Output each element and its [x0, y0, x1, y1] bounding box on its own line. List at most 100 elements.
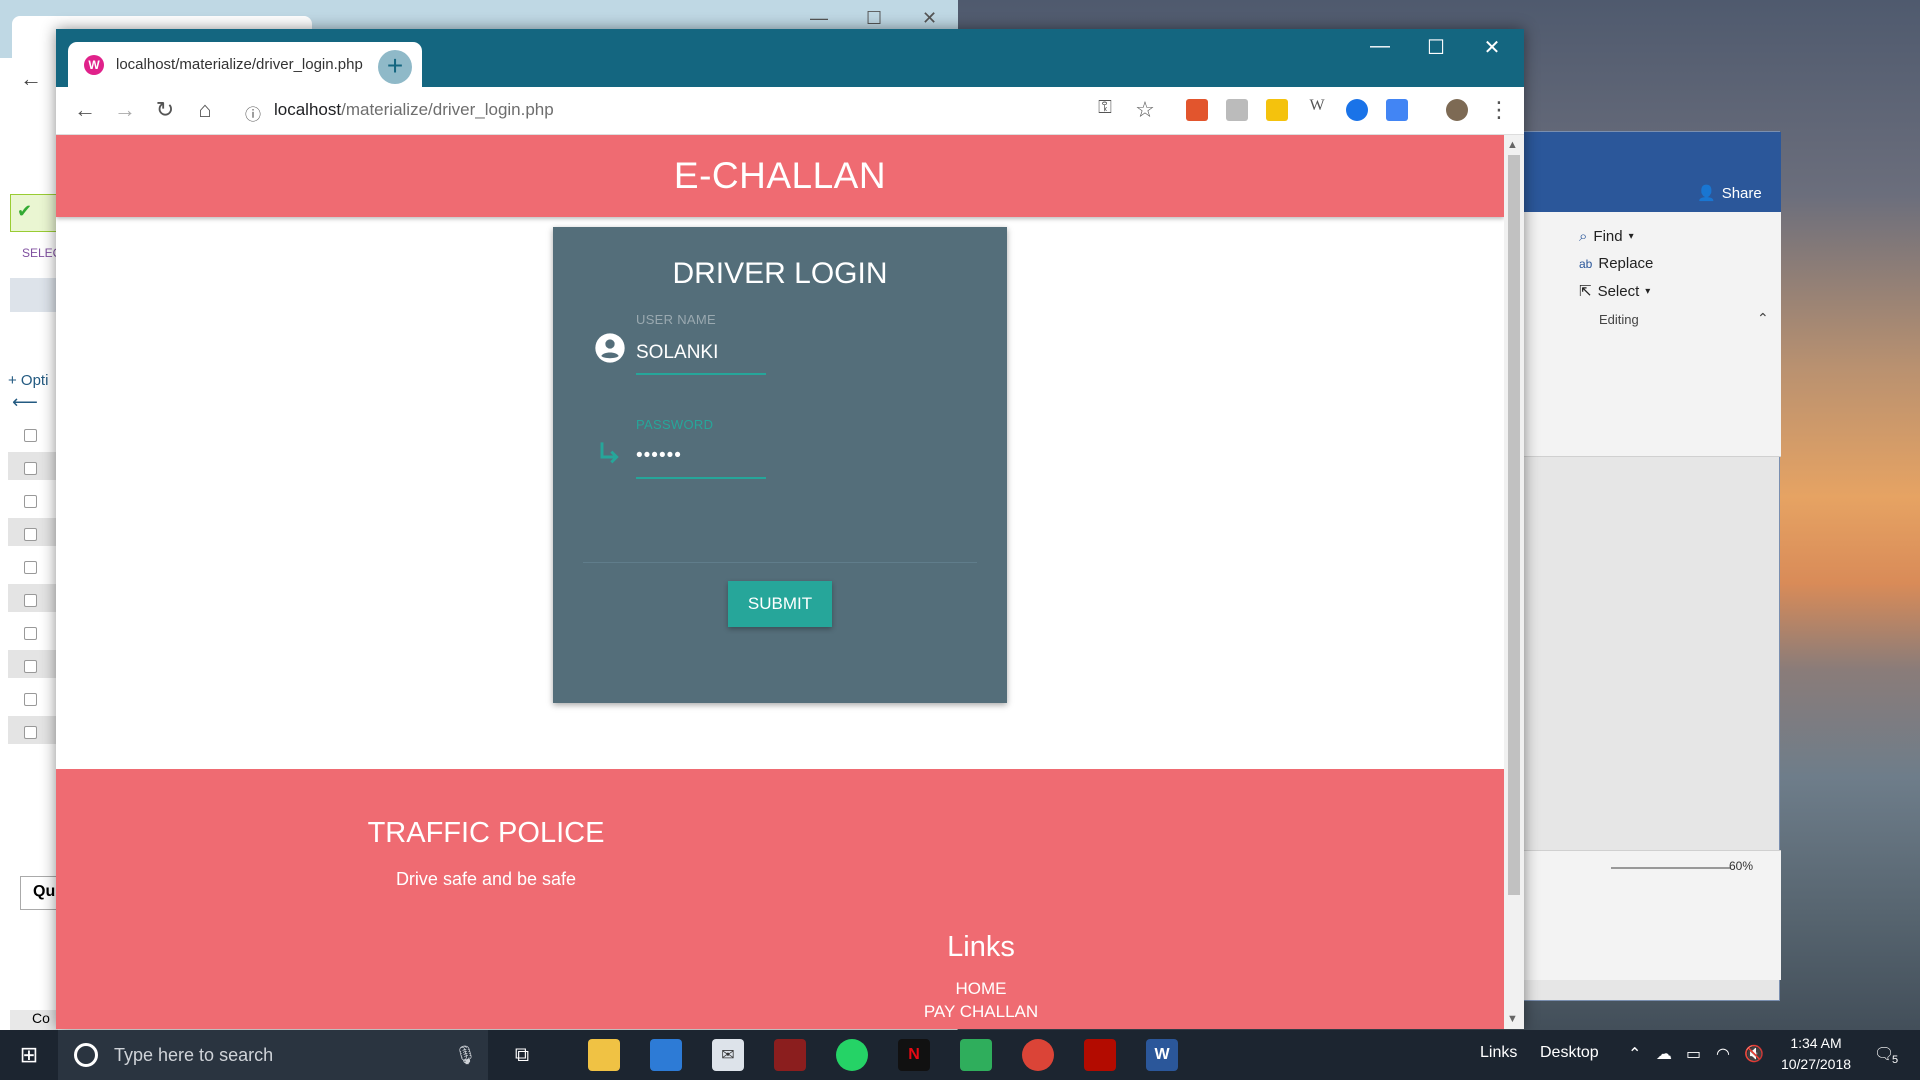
row-checkbox[interactable] [24, 594, 37, 607]
zoom-slider[interactable] [1611, 867, 1731, 869]
row-checkbox[interactable] [24, 726, 37, 739]
file-explorer-icon[interactable] [588, 1039, 620, 1071]
site-footer: TRAFFIC POLICE Drive safe and be safe Li… [56, 769, 1504, 1029]
links-toolbar[interactable]: Links [1480, 1044, 1517, 1062]
maximize-icon[interactable]: ☐ [866, 8, 882, 29]
row-checkbox[interactable] [24, 660, 37, 673]
office-extension-icon[interactable] [1186, 99, 1208, 121]
menu-dots-icon[interactable]: ⋮ [1484, 97, 1514, 123]
card-title: DRIVER LOGIN [672, 257, 888, 290]
footer-link-home[interactable]: HOME [706, 979, 1256, 999]
chevron-down-icon: ▾ [1628, 231, 1634, 242]
page-viewport: E-CHALLAN DRIVER LOGIN USER NAME SOLANKI… [56, 135, 1504, 1029]
show-hidden-icons-icon[interactable]: ⌃ [1628, 1044, 1641, 1064]
extension-v-icon[interactable] [1346, 99, 1368, 121]
info-icon[interactable]: ⓘ [238, 101, 268, 125]
volume-muted-icon[interactable]: 🔇 [1744, 1044, 1764, 1064]
store-icon[interactable] [650, 1039, 682, 1071]
windows-start-icon[interactable]: ⊞ [0, 1030, 58, 1080]
replace-label: Replace [1598, 255, 1654, 272]
whatsapp-icon[interactable] [836, 1039, 868, 1071]
reload-icon[interactable]: ↻ [150, 97, 180, 123]
account-circle-icon [595, 333, 625, 363]
acrobat-icon[interactable] [1084, 1039, 1116, 1071]
desktop-toolbar[interactable]: Desktop [1540, 1044, 1599, 1062]
collapse-ribbon-icon[interactable]: ⌃ [1757, 310, 1769, 327]
scroll-down-icon[interactable]: ▼ [1507, 1013, 1518, 1025]
extension-e-icon[interactable] [1226, 99, 1248, 121]
username-underline [636, 373, 766, 375]
row-checkbox[interactable] [24, 561, 37, 574]
star-icon[interactable]: ☆ [1130, 97, 1160, 123]
scroll-up-icon[interactable]: ▲ [1507, 139, 1518, 151]
row-checkbox[interactable] [24, 462, 37, 475]
mail-icon[interactable]: ✉ [712, 1039, 744, 1071]
row-checkbox[interactable] [24, 528, 37, 541]
close-icon[interactable]: ✕ [1464, 35, 1520, 60]
scrollbar-thumb[interactable] [1508, 155, 1520, 895]
word-ribbon: ⌕ Find ▾ ab Replace ⇱ Select ▾ Editing ⌃ [1521, 212, 1781, 457]
links-heading: Links [947, 931, 1015, 963]
clock-time[interactable]: 1:34 AM [1776, 1035, 1856, 1051]
console-bar[interactable]: Co [10, 1010, 58, 1030]
wikipedia-extension-icon[interactable]: W [1302, 97, 1332, 115]
browser-tab[interactable]: W localhost/materialize/driver_login.php… [68, 42, 422, 87]
browser-toolbar: ← → ↻ ⌂ ⓘ localhost/materialize/driver_l… [56, 87, 1524, 135]
username-input[interactable]: SOLANKI [636, 342, 718, 364]
chevron-down-icon: ▾ [1645, 285, 1651, 297]
password-underline [636, 477, 766, 479]
microphone-icon[interactable]: 🎙 [454, 1045, 477, 1066]
new-tab-button[interactable]: + [378, 50, 412, 84]
options-link[interactable]: + Opti [8, 372, 48, 389]
address-bar[interactable]: localhost/materialize/driver_login.php [274, 100, 554, 120]
onedrive-icon[interactable]: ☁ [1656, 1044, 1672, 1064]
drive-extension-icon[interactable] [1266, 99, 1288, 121]
find-button[interactable]: ⌕ Find ▾ [1579, 228, 1634, 245]
close-icon[interactable]: ✕ [922, 8, 937, 29]
url-host: localhost [274, 100, 342, 119]
spider-app-icon[interactable] [774, 1039, 806, 1071]
background-sidebar: ✔ SELEC + Opti ⟵ Qu Co [0, 102, 61, 1030]
site-title: E-CHALLAN [673, 155, 887, 196]
word-icon[interactable]: W [1146, 1039, 1178, 1071]
search-placeholder: Type here to search [114, 1044, 274, 1065]
back-arrow-icon[interactable]: ← [70, 97, 100, 123]
key-icon[interactable]: ⚿ [1090, 97, 1120, 118]
green-app-icon[interactable] [960, 1039, 992, 1071]
task-view-icon[interactable]: ⧉ [502, 1030, 542, 1080]
password-input[interactable]: •••••• [636, 445, 682, 467]
maximize-icon[interactable]: ☐ [1408, 35, 1464, 60]
minimize-icon[interactable]: — [1352, 35, 1408, 58]
select-button[interactable]: ⇱ Select ▾ [1579, 282, 1651, 301]
footer-link-pay-challan[interactable]: PAY CHALLAN [706, 1002, 1256, 1022]
submit-button[interactable]: SUBMIT [728, 581, 832, 627]
replace-button[interactable]: ab Replace [1579, 255, 1653, 272]
taskbar-search-box[interactable]: Type here to search 🎙 [58, 1030, 488, 1080]
row-checkbox[interactable] [24, 429, 37, 442]
chrome-window: W localhost/materialize/driver_login.php… [56, 29, 1524, 1029]
clock-date[interactable]: 10/27/2018 [1776, 1056, 1856, 1072]
battery-icon[interactable]: ▭ [1686, 1044, 1701, 1064]
select-label: Select [1597, 282, 1640, 300]
minimize-icon[interactable]: — [810, 8, 828, 29]
profile-avatar[interactable] [1446, 99, 1468, 121]
share-button[interactable]: 👤 Share [1697, 184, 1762, 203]
query-box[interactable]: Qu [20, 876, 58, 910]
share-label: Share [1721, 184, 1762, 202]
card-divider [583, 562, 977, 563]
login-arrow-icon [600, 442, 619, 464]
replace-icon: ab [1579, 256, 1593, 271]
row-checkbox[interactable] [24, 627, 37, 640]
login-card: DRIVER LOGIN USER NAME SOLANKI PASSWORD … [553, 227, 1007, 703]
row-checkbox[interactable] [24, 495, 37, 508]
translate-extension-icon[interactable] [1386, 99, 1408, 121]
wifi-icon[interactable]: ◠ [1716, 1044, 1730, 1064]
page-scrollbar[interactable]: ▲ ▼ [1504, 135, 1524, 1029]
home-icon[interactable]: ⌂ [190, 97, 220, 123]
back-arrow-icon[interactable]: ← [20, 66, 42, 92]
netflix-icon[interactable]: N [898, 1039, 930, 1071]
forward-arrow-icon[interactable]: → [110, 97, 140, 123]
row-checkbox[interactable] [24, 693, 37, 706]
sort-arrow-icon[interactable]: ⟵ [12, 392, 38, 413]
chrome-icon[interactable] [1022, 1039, 1054, 1071]
